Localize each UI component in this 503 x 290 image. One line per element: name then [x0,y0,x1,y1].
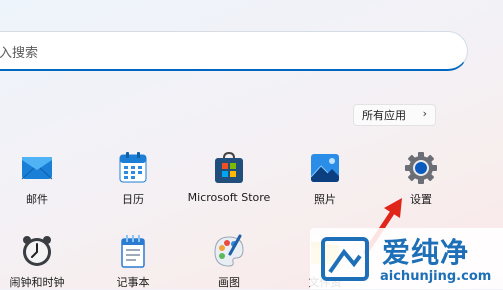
notepad-icon [116,234,150,268]
app-label: 闹钟和时钟 [9,276,65,289]
mail-icon [20,151,54,185]
calendar-icon [116,151,150,185]
search-box[interactable]: 入搜索 [0,31,468,71]
all-apps-label: 所有应用 [362,109,406,122]
watermark: 爱纯净 aichunjing.com [310,228,503,289]
app-label: Microsoft Store [187,191,271,204]
app-label: 日历 [122,193,144,206]
app-photos[interactable]: 照片 [280,151,370,207]
app-label: 画图 [218,276,240,289]
clock-icon [20,234,54,268]
watermark-url: aichunjing.com [380,269,492,284]
photos-icon [308,151,342,185]
app-label: 邮件 [26,193,48,206]
watermark-logo-icon [321,237,369,281]
search-placeholder: 入搜索 [0,46,39,61]
watermark-title: 爱纯净 [382,236,470,269]
gear-icon [404,151,438,185]
chevron-right-icon: › [422,107,427,120]
all-apps-button[interactable]: 所有应用 › [353,104,436,126]
app-paint[interactable]: 画图 [184,234,274,290]
app-notepad[interactable]: 记事本 [88,234,178,290]
store-icon [212,151,246,185]
app-label: 记事本 [116,276,150,289]
app-calendar[interactable]: 日历 [88,151,178,207]
app-mail[interactable]: 邮件 [0,151,82,207]
app-label: 照片 [314,193,336,206]
paint-icon [212,234,246,268]
app-alarms-clock[interactable]: 闹钟和时钟 [0,234,82,290]
app-microsoft-store[interactable]: Microsoft Store [184,151,274,204]
